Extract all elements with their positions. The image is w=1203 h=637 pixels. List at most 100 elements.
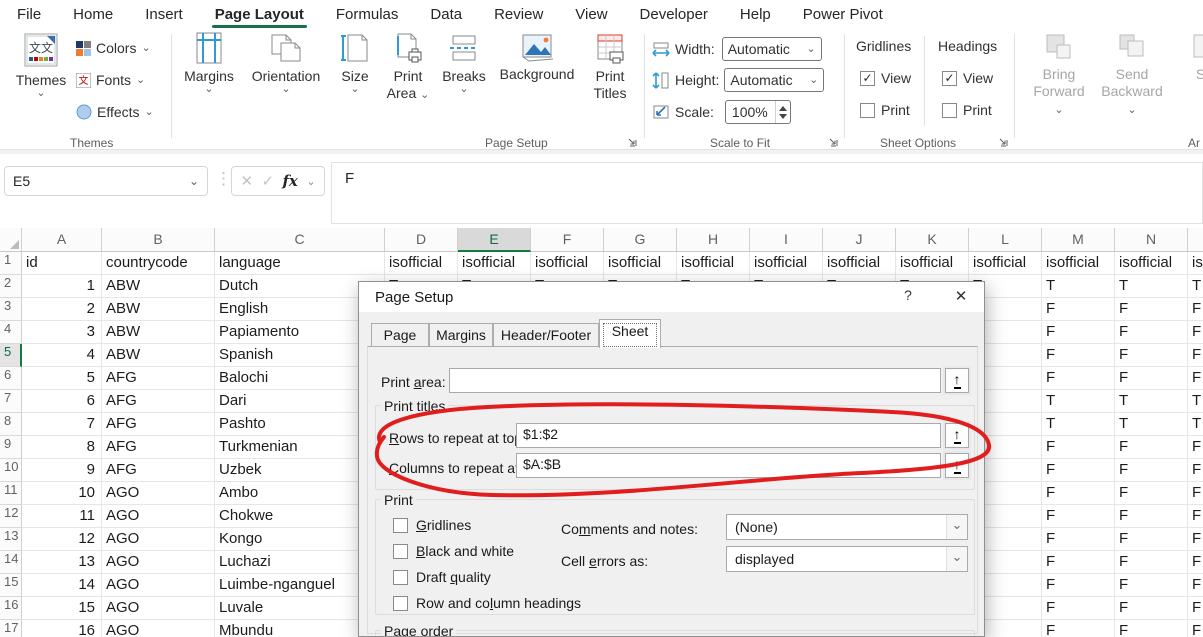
cell[interactable]: F (1188, 597, 1203, 620)
row-header-15[interactable]: 15 (0, 574, 22, 597)
cell[interactable]: F (1115, 367, 1188, 390)
cell[interactable]: isofficial (604, 252, 677, 275)
tab-header-footer[interactable]: Header/Footer (493, 323, 599, 347)
cell[interactable]: isofficial (677, 252, 750, 275)
row-header-5[interactable]: 5 (0, 344, 22, 367)
column-header-L[interactable]: L (969, 228, 1042, 252)
select-all-corner[interactable] (0, 228, 22, 252)
tab-page[interactable]: Page (371, 323, 429, 347)
dialog-close-button[interactable]: ✕ (949, 287, 973, 307)
row-header-12[interactable]: 12 (0, 505, 22, 528)
selection-pane-button[interactable]: Sel (1176, 32, 1203, 83)
cell[interactable]: F (1042, 367, 1115, 390)
print-option-checkbox[interactable]: Row and column headings (393, 595, 581, 611)
cell[interactable]: 15 (22, 597, 102, 620)
comments-combobox[interactable]: (None) ⌄ (726, 514, 968, 540)
cell[interactable]: F (1188, 367, 1203, 390)
cell[interactable]: AGO (102, 505, 215, 528)
cell[interactable]: F (1188, 436, 1203, 459)
cell[interactable]: T (1042, 275, 1115, 298)
row-header-9[interactable]: 9 (0, 436, 22, 459)
cell[interactable]: F (1188, 551, 1203, 574)
cell[interactable]: language (215, 252, 385, 275)
sheet-options-dialog-launcher[interactable] (997, 136, 1011, 150)
size-button[interactable]: Size ⌄ (332, 32, 378, 93)
column-header-N[interactable]: N (1115, 228, 1188, 252)
menu-tab-help[interactable]: Help (739, 2, 772, 27)
cell[interactable]: F (1042, 344, 1115, 367)
tab-sheet[interactable]: Sheet (599, 319, 661, 348)
name-box[interactable]: E5 ⌄ (4, 166, 208, 196)
print-option-checkbox[interactable]: Draft quality (393, 569, 491, 585)
scale-to-fit-dialog-launcher[interactable] (827, 136, 841, 150)
cell[interactable]: T (1115, 413, 1188, 436)
column-header-B[interactable]: B (102, 228, 215, 252)
cell[interactable]: 11 (22, 505, 102, 528)
row-header-16[interactable]: 16 (0, 597, 22, 620)
column-header-K[interactable]: K (896, 228, 969, 252)
cell[interactable]: 16 (22, 620, 102, 637)
column-header-A[interactable]: A (22, 228, 102, 252)
cell[interactable]: T (1115, 275, 1188, 298)
column-header-C[interactable]: C (215, 228, 385, 252)
margins-button[interactable]: Margins ⌄ (178, 32, 240, 93)
chevron-down-icon[interactable]: ⌄ (306, 175, 315, 188)
cell[interactable]: AGO (102, 620, 215, 637)
cell[interactable]: ABW (102, 344, 215, 367)
gridlines-print-checkbox[interactable]: Print (860, 102, 910, 118)
cell[interactable]: F (1115, 436, 1188, 459)
cell[interactable]: isofficial (1042, 252, 1115, 275)
cell[interactable]: ABW (102, 275, 215, 298)
cell[interactable]: isofficial (750, 252, 823, 275)
height-combobox[interactable]: Automatic ⌄ (724, 68, 824, 92)
row-header-14[interactable]: 14 (0, 551, 22, 574)
scale-spinner[interactable]: 100% (725, 100, 791, 124)
cell[interactable]: AFG (102, 459, 215, 482)
column-header-G[interactable]: G (604, 228, 677, 252)
cell[interactable]: F (1188, 298, 1203, 321)
cell[interactable]: F (1115, 574, 1188, 597)
cell[interactable]: isofficial (385, 252, 458, 275)
row-header-10[interactable]: 10 (0, 459, 22, 482)
cell[interactable]: F (1188, 344, 1203, 367)
cell[interactable]: AFG (102, 436, 215, 459)
column-header-I[interactable]: I (750, 228, 823, 252)
colors-button[interactable]: Colors ⌄ (76, 40, 151, 56)
menu-tab-power-pivot[interactable]: Power Pivot (802, 2, 884, 27)
column-header-O[interactable]: O (1188, 228, 1203, 252)
cell[interactable]: F (1042, 459, 1115, 482)
cell[interactable]: F (1115, 551, 1188, 574)
cell[interactable]: 5 (22, 367, 102, 390)
cell[interactable]: F (1188, 528, 1203, 551)
spinner-arrows[interactable] (775, 101, 790, 123)
cell[interactable]: 14 (22, 574, 102, 597)
cell[interactable]: F (1042, 597, 1115, 620)
cell[interactable]: F (1115, 597, 1188, 620)
column-header-E[interactable]: E (458, 228, 531, 252)
cell[interactable]: F (1042, 505, 1115, 528)
menu-tab-data[interactable]: Data (429, 2, 463, 27)
cell[interactable]: F (1115, 482, 1188, 505)
background-button[interactable]: Background (494, 32, 580, 83)
cell[interactable]: F (1115, 321, 1188, 344)
cell[interactable]: 13 (22, 551, 102, 574)
cols-repeat-input[interactable]: $A:$B (516, 453, 941, 478)
column-header-J[interactable]: J (823, 228, 896, 252)
cell[interactable]: ABW (102, 298, 215, 321)
themes-button[interactable]: 文文 Themes ⌄ (12, 32, 70, 97)
cell[interactable]: F (1042, 551, 1115, 574)
cell[interactable]: ABW (102, 321, 215, 344)
cell[interactable]: countrycode (102, 252, 215, 275)
rows-repeat-input[interactable]: $1:$2 (516, 423, 941, 448)
print-area-input[interactable] (449, 368, 941, 393)
cell[interactable]: F (1115, 459, 1188, 482)
column-header-H[interactable]: H (677, 228, 750, 252)
menu-tab-home[interactable]: Home (72, 2, 114, 27)
cell[interactable]: AGO (102, 551, 215, 574)
cell[interactable]: F (1115, 298, 1188, 321)
cell[interactable]: T (1115, 390, 1188, 413)
menu-tab-view[interactable]: View (574, 2, 608, 27)
enter-icon[interactable]: ✓ (261, 172, 274, 190)
row-header-2[interactable]: 2 (0, 275, 22, 298)
column-header-M[interactable]: M (1042, 228, 1115, 252)
